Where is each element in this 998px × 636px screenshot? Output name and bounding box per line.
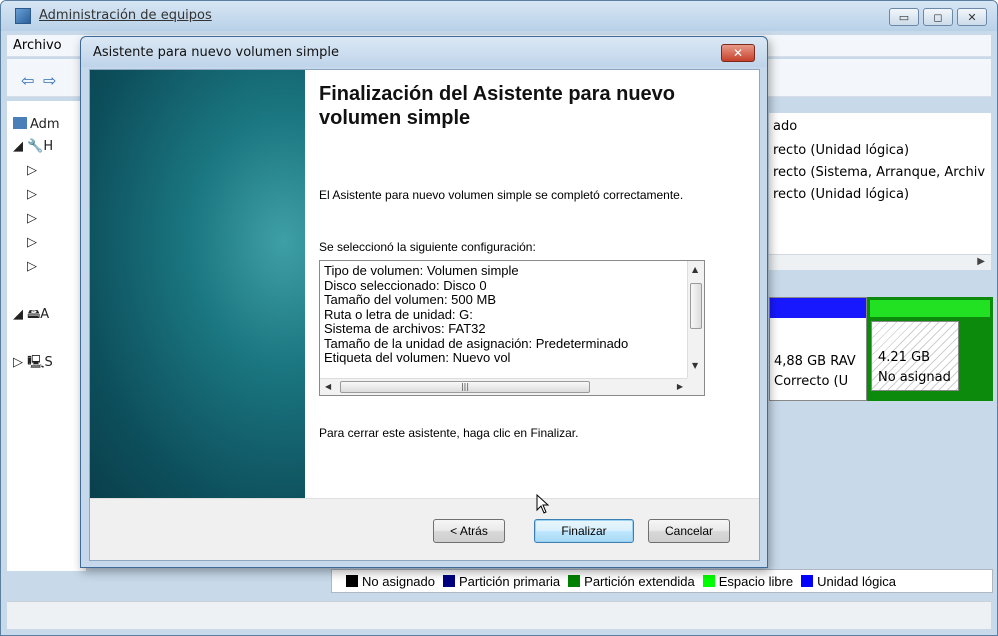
expand-icon: ▷ [27,235,37,250]
disk-map: 4,88 GB RAV Correcto (U 4.21 GB No asign… [769,297,993,401]
forward-arrow-icon[interactable]: ⇨ [43,71,56,90]
unallocated-space[interactable]: 4.21 GB No asignad [871,321,959,391]
dialog-title: Asistente para nuevo volumen simple [93,45,339,60]
partition-color-bar [770,298,866,318]
collapse-icon: ◢ [13,139,23,154]
legend-swatch [443,574,455,587]
minimize-icon[interactable]: ▭ [889,8,919,26]
disk-legend: No asignado Partición primaria Partición… [331,569,993,593]
partition-status: Correcto (U [774,374,849,389]
scroll-down-icon[interactable]: ▼ [692,361,698,370]
scrollbar-corner [687,378,704,395]
close-icon[interactable]: ✕ [957,8,987,26]
new-simple-volume-wizard: Asistente para nuevo volumen simple ✕ Fi… [80,36,768,568]
tree-item-child[interactable]: ▷ [13,259,37,274]
dialog-body: Finalización del Asistente para nuevo vo… [89,69,760,561]
config-line: Tamaño del volumen: 500 MB [324,292,496,307]
wizard-button-row: < Atrás Finalizar Cancelar [90,498,759,560]
window-controls: ▭ ◻ ✕ [889,8,987,26]
scroll-right-icon[interactable]: ▶ [677,382,683,391]
volume-list: ado recto (Unidad lógica) recto (Sistema… [769,113,991,268]
legend-swatch [702,574,715,587]
configuration-summary[interactable]: Tipo de volumen: Volumen simple Disco se… [319,260,705,396]
tree-item-child[interactable]: ▷ [13,163,37,178]
expand-icon: ▷ [27,259,37,274]
legend-item: Partición extendida [568,574,695,589]
mouse-pointer-icon [536,494,550,514]
computer-icon [13,117,27,129]
legend-swatch [346,574,358,587]
cancel-button[interactable]: Cancelar [648,519,730,543]
back-button[interactable]: < Atrás [433,519,505,543]
config-line: Ruta o letra de unidad: G: [324,306,473,322]
expand-icon: ▷ [27,163,37,178]
menu-archivo[interactable]: Archivo [13,38,62,53]
partition-color-bar [870,300,990,317]
legend-item: Partición primaria [443,574,560,589]
status-bar [7,601,991,629]
main-title-bar: Administración de equipos ▭ ◻ ✕ [1,1,997,31]
tree-item-services[interactable]: ▷ 🖳S [13,353,53,375]
tree-item-child[interactable]: ▷ [13,187,37,202]
scroll-up-icon[interactable]: ▲ [692,265,698,274]
extended-partition[interactable]: 4.21 GB No asignad [867,297,993,401]
tree-item-storage[interactable]: ◢ 🖴A [13,305,49,327]
vertical-scrollbar[interactable]: ▲ ▼ [687,261,704,379]
volume-row[interactable]: recto (Unidad lógica) [773,143,909,158]
close-icon[interactable]: ✕ [721,44,755,62]
finish-button[interactable]: Finalizar [534,519,634,543]
tree-item-tools[interactable]: ◢ 🔧H [13,139,53,154]
legend-item: Unidad lógica [801,574,896,589]
wizard-content: Finalización del Asistente para nuevo vo… [305,70,759,498]
legend-swatch [568,574,581,587]
computer-icon [15,8,31,24]
maximize-icon[interactable]: ◻ [923,8,953,26]
configuration-lines: Tipo de volumen: Volumen simple Disco se… [324,264,684,376]
unallocated-size: 4.21 GB [878,350,931,365]
config-line: Etiqueta del volumen: Nuevo vol [324,350,511,365]
status-column-header[interactable]: ado [773,119,797,134]
partition-size: 4,88 GB RAV [774,354,856,369]
completed-message: El Asistente para nuevo volumen simple s… [319,188,684,202]
legend-item: Espacio libre [702,574,793,589]
tree-item-root[interactable]: Adm [13,117,60,132]
config-line: Sistema de archivos: FAT32 [324,321,486,336]
legend-swatch [801,574,814,587]
scroll-left-icon[interactable]: ◀ [325,382,331,391]
volume-list-scrollbar[interactable]: ▶ [769,254,991,270]
navigation-tree: Adm ◢ 🔧H ▷ ▷ ▷ ▷ ▷ ◢ 🖴A ▷ 🖳S [7,101,87,571]
scroll-right-icon[interactable]: ▶ [977,256,985,267]
storage-icon: 🖴 [27,307,41,322]
expand-icon: ▷ [27,187,37,202]
unallocated-label: No asignad [878,370,951,385]
logical-drive-partition[interactable]: 4,88 GB RAV Correcto (U [769,297,867,401]
tree-item-child[interactable]: ▷ [13,235,37,250]
main-window-title: Administración de equipos [39,8,212,23]
volume-row[interactable]: recto (Sistema, Arranque, Archiv [773,165,985,180]
services-icon: 🖳 [27,355,45,370]
config-line: Tipo de volumen: Volumen simple [324,264,519,278]
horizontal-scroll-thumb[interactable]: ||| [340,381,590,393]
close-instructions: Para cerrar este asistente, haga clic en… [319,426,579,440]
horizontal-scrollbar[interactable]: ◀ ||| ▶ [320,378,688,395]
collapse-icon: ◢ [13,307,23,322]
config-label: Se seleccionó la siguiente configuración… [319,240,536,254]
config-line: Tamaño de la unidad de asignación: Prede… [324,335,629,351]
expand-icon: ▷ [27,211,37,226]
expand-icon: ▷ [13,355,23,370]
vertical-scroll-thumb[interactable] [690,283,702,329]
wizard-side-banner [90,70,305,498]
dialog-title-bar: Asistente para nuevo volumen simple ✕ [81,37,767,67]
tree-item-child[interactable]: ▷ [13,211,37,226]
volume-row[interactable]: recto (Unidad lógica) [773,187,909,202]
tools-icon: 🔧 [27,139,44,154]
wizard-heading: Finalización del Asistente para nuevo vo… [319,83,676,129]
legend-item: No asignado [346,574,435,589]
config-line: Disco seleccionado: Disco 0 [324,277,487,293]
back-arrow-icon[interactable]: ⇦ [21,71,34,90]
